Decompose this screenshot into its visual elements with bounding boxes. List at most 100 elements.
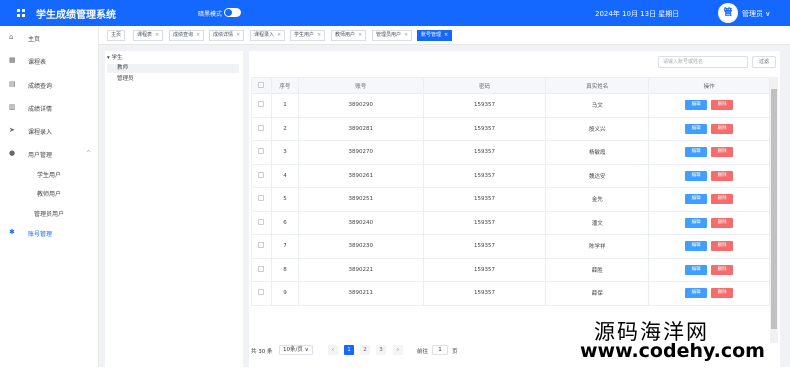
close-icon[interactable]: × bbox=[236, 32, 240, 38]
edit-button[interactable]: 编辑 bbox=[685, 217, 708, 228]
user-menu[interactable]: 管理员 ∨ bbox=[742, 9, 770, 19]
page-button-1[interactable]: 1 bbox=[344, 345, 354, 355]
tree-node-teachers[interactable]: 教师 bbox=[107, 64, 239, 73]
row-checkbox[interactable] bbox=[251, 140, 272, 165]
goto-page-input[interactable]: 1 bbox=[432, 345, 448, 355]
tab-course-entry[interactable]: 课程录入 × bbox=[250, 30, 286, 41]
tab-grade-query[interactable]: 成绩查询 × bbox=[169, 30, 205, 41]
table-row: 3 3890270 159357 杨敏霞 编辑 删除 bbox=[251, 140, 770, 165]
row-actions: 编辑 删除 bbox=[648, 187, 770, 212]
tab-bar: 主页 课程表 × 成绩查询 × 成绩详情 × 课程录入 × 学生用户 × 教师用户 × 管理… bbox=[99, 26, 790, 45]
row-password: 159357 bbox=[422, 140, 547, 165]
sidebar-item-grade-detail[interactable]: ▥ 成绩详情 bbox=[0, 101, 99, 115]
tab-schedule[interactable]: 课程表 × bbox=[133, 30, 164, 41]
row-checkbox[interactable] bbox=[251, 257, 272, 282]
page-size-select[interactable]: 10条/页 ∨ bbox=[279, 345, 313, 355]
close-icon[interactable]: × bbox=[444, 32, 448, 38]
row-checkbox[interactable] bbox=[251, 163, 272, 188]
close-icon[interactable]: × bbox=[358, 32, 362, 38]
row-account: 3890240 bbox=[297, 210, 424, 235]
sidebar-item-grade-query[interactable]: ▤ 成绩查询 bbox=[0, 78, 99, 92]
column-header-index: 序号 bbox=[270, 77, 299, 94]
row-index: 8 bbox=[270, 257, 299, 282]
row-index: 4 bbox=[270, 163, 299, 188]
edit-button[interactable]: 编辑 bbox=[685, 288, 708, 299]
sidebar-subitem-students[interactable]: 学生用户 bbox=[0, 167, 99, 181]
tab-account-management[interactable]: 账号管理 × bbox=[417, 30, 453, 41]
toggle-knob bbox=[225, 9, 232, 16]
close-icon[interactable]: × bbox=[277, 32, 281, 38]
prev-page-button[interactable]: ‹ bbox=[328, 345, 338, 355]
app-grid-icon[interactable] bbox=[17, 9, 25, 17]
next-page-button[interactable]: › bbox=[393, 345, 403, 355]
delete-button[interactable]: 删除 bbox=[711, 100, 734, 111]
edit-button[interactable]: 编辑 bbox=[685, 241, 708, 252]
sidebar-subitem-teachers[interactable]: 教师用户 bbox=[0, 186, 99, 200]
delete-button[interactable]: 删除 bbox=[711, 217, 734, 228]
table-row: 1 3890290 159357 马文 编辑 删除 bbox=[251, 93, 770, 118]
edit-button[interactable]: 编辑 bbox=[685, 170, 708, 181]
row-index: 1 bbox=[270, 93, 299, 118]
row-checkbox[interactable] bbox=[251, 234, 272, 259]
delete-button[interactable]: 删除 bbox=[711, 170, 734, 181]
page-button-2[interactable]: 2 bbox=[360, 345, 370, 355]
avatar[interactable]: 管 bbox=[718, 3, 738, 23]
edit-button[interactable]: 编辑 bbox=[685, 264, 708, 275]
delete-button[interactable]: 删除 bbox=[711, 241, 734, 252]
sidebar-item-label: 成绩详情 bbox=[28, 106, 53, 113]
edit-button[interactable]: 编辑 bbox=[685, 100, 708, 111]
scrollbar-thumb[interactable] bbox=[771, 89, 777, 329]
row-account: 3890290 bbox=[297, 93, 424, 118]
edit-button[interactable]: 编辑 bbox=[685, 123, 708, 134]
tab-students[interactable]: 学生用户 × bbox=[290, 30, 326, 41]
close-icon[interactable]: × bbox=[317, 32, 321, 38]
row-checkbox[interactable] bbox=[251, 116, 272, 141]
sidebar-item-user-management[interactable]: ● 用户管理 ^ bbox=[0, 147, 99, 161]
select-all-checkbox[interactable] bbox=[251, 77, 272, 94]
close-icon[interactable]: × bbox=[155, 32, 159, 38]
grid-icon: ▦ bbox=[9, 56, 16, 64]
sidebar-subitem-label: 教师用户 bbox=[37, 191, 62, 198]
edit-button[interactable]: 编辑 bbox=[685, 147, 708, 158]
row-checkbox[interactable] bbox=[251, 93, 272, 118]
delete-button[interactable]: 删除 bbox=[711, 288, 734, 299]
delete-button[interactable]: 删除 bbox=[711, 264, 734, 275]
row-name: 潘文 bbox=[545, 210, 650, 235]
close-icon[interactable]: × bbox=[404, 32, 408, 38]
row-index: 9 bbox=[270, 281, 299, 306]
tab-admins[interactable]: 管理员用户 × bbox=[372, 30, 413, 41]
dark-mode-toggle[interactable] bbox=[224, 8, 241, 17]
sidebar-item-label: 成绩查询 bbox=[28, 83, 53, 90]
tab-home[interactable]: 主页 bbox=[107, 30, 126, 41]
sidebar-item-home[interactable]: ⌂ 主页 bbox=[0, 31, 99, 45]
sidebar-item-label: 课程表 bbox=[28, 59, 47, 66]
close-icon[interactable]: × bbox=[196, 32, 200, 38]
user-icon: ● bbox=[9, 149, 16, 157]
page-button-3[interactable]: 3 bbox=[376, 345, 386, 355]
filter-button[interactable]: 过滤 bbox=[752, 56, 776, 68]
edit-button[interactable]: 编辑 bbox=[685, 194, 708, 205]
tab-grade-detail[interactable]: 成绩详情 × bbox=[209, 30, 245, 41]
row-checkbox[interactable] bbox=[251, 210, 272, 235]
table-row: 6 3890240 159357 潘文 编辑 删除 bbox=[251, 210, 770, 235]
sidebar-item-label: 课程录入 bbox=[28, 129, 53, 136]
sidebar-item-account-management[interactable]: ✱ 账号管理 bbox=[0, 226, 99, 240]
goto-suffix: 页 bbox=[452, 349, 458, 355]
sidebar-item-schedule[interactable]: ▦ 课程表 bbox=[0, 54, 99, 68]
tree-node-admins[interactable]: 管理员 bbox=[107, 75, 134, 84]
row-password: 159357 bbox=[422, 210, 547, 235]
table-scrollbar[interactable] bbox=[770, 77, 778, 343]
delete-button[interactable]: 删除 bbox=[711, 123, 734, 134]
row-name: 金先 bbox=[545, 187, 650, 212]
tab-teachers[interactable]: 教师用户 × bbox=[331, 30, 367, 41]
delete-button[interactable]: 删除 bbox=[711, 147, 734, 158]
delete-button[interactable]: 删除 bbox=[711, 194, 734, 205]
search-input[interactable]: 请输入账号或姓名 bbox=[658, 56, 748, 68]
row-checkbox[interactable] bbox=[251, 187, 272, 212]
sidebar-subitem-admins[interactable]: 管理员用户 bbox=[0, 206, 99, 220]
column-header-account: 账号 bbox=[297, 77, 424, 94]
sidebar-item-course-entry[interactable]: ➤ 课程录入 bbox=[0, 124, 99, 138]
bar-chart-icon: ▥ bbox=[9, 103, 16, 111]
tree-node-students[interactable]: ▾ 学生 bbox=[107, 54, 123, 63]
row-checkbox[interactable] bbox=[251, 281, 272, 306]
